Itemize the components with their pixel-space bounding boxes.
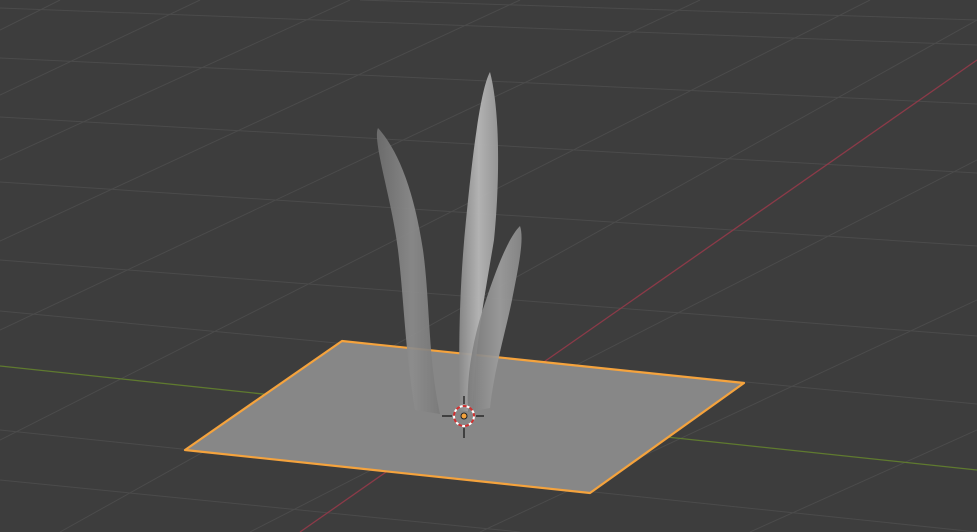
- 3d-viewport[interactable]: [0, 0, 977, 532]
- viewport-canvas[interactable]: [0, 0, 977, 532]
- object-origin-icon: [460, 412, 468, 420]
